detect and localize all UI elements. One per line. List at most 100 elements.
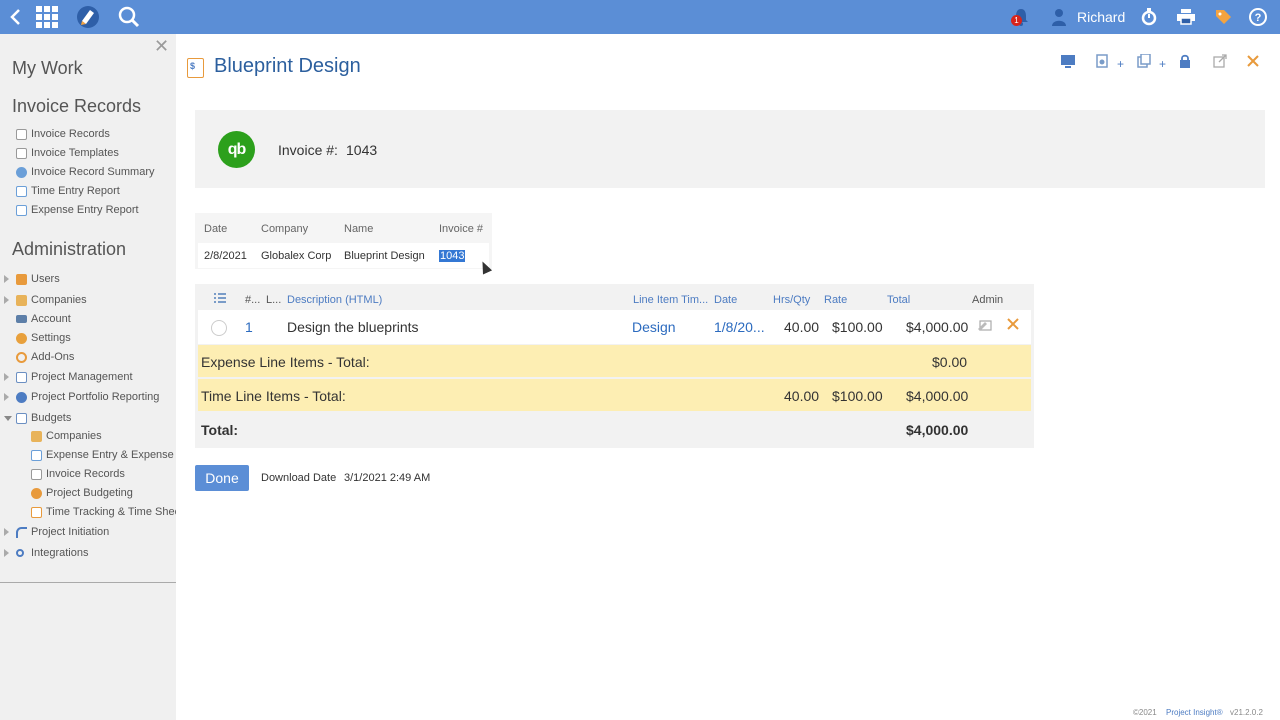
column-header-date[interactable]: Date: [714, 294, 737, 306]
row-date[interactable]: 1/8/20...: [714, 319, 765, 335]
lock-icon[interactable]: [1178, 54, 1192, 68]
monitor-icon[interactable]: [1061, 54, 1075, 68]
user-name[interactable]: Richard: [1077, 0, 1125, 34]
column-header-number[interactable]: #...: [245, 294, 260, 306]
budget-icon: [31, 487, 42, 499]
plus-icon[interactable]: +: [1159, 57, 1166, 71]
column-chooser-icon[interactable]: [214, 292, 226, 307]
sidebar-subitem-companies[interactable]: Companies: [0, 427, 176, 445]
summary-icon: [16, 166, 27, 178]
copyright-text: ©2021: [1133, 708, 1157, 717]
user-icon[interactable]: [1049, 0, 1069, 34]
time-total-label: Time Line Items - Total:: [201, 388, 346, 404]
close-sidebar-icon[interactable]: ✕: [154, 36, 169, 57]
column-header-rate[interactable]: Rate: [824, 294, 847, 306]
summary-invoice-number[interactable]: 1043: [439, 250, 466, 262]
svg-text:?: ?: [1255, 12, 1262, 24]
brand-link[interactable]: Project Insight®: [1166, 708, 1223, 717]
print-icon[interactable]: [1175, 0, 1197, 34]
column-header-invoice-number[interactable]: Invoice #: [439, 223, 483, 235]
search-icon[interactable]: [117, 0, 141, 34]
tag-icon[interactable]: [1212, 0, 1234, 34]
download-date-label: Download Date: [261, 472, 337, 484]
expand-arrow-icon[interactable]: [4, 549, 9, 557]
report-icon: [16, 204, 27, 216]
row-description: Design the blueprints: [287, 319, 419, 335]
invoice-icon: [31, 468, 42, 480]
sidebar-item-project-initiation[interactable]: Project Initiation: [0, 523, 176, 541]
sidebar-item-invoice-records[interactable]: Invoice Records: [0, 125, 176, 143]
column-header-description[interactable]: Description (HTML): [287, 294, 382, 306]
apps-grid-icon[interactable]: [34, 0, 60, 34]
done-button[interactable]: Done: [195, 465, 249, 491]
sidebar-item-budgets[interactable]: Budgets: [0, 409, 176, 427]
administration-heading[interactable]: Administration: [12, 239, 126, 260]
sidebar-item-companies[interactable]: Companies: [0, 291, 176, 309]
invoice-template-icon: [16, 147, 27, 159]
help-icon[interactable]: ?: [1248, 0, 1268, 34]
report-icon: [16, 185, 27, 197]
invoice-records-heading[interactable]: Invoice Records: [12, 96, 141, 117]
collapse-arrow-icon[interactable]: [4, 415, 12, 421]
column-header-line-item-time[interactable]: Line Item Tim...: [633, 294, 708, 306]
time-total-hrs: 40.00: [784, 388, 820, 404]
expense-total-value: $0.00: [932, 354, 968, 370]
timer-icon[interactable]: [1139, 0, 1159, 34]
sidebar-item-project-management[interactable]: Project Management: [0, 368, 176, 386]
top-navigation-bar: 1 Richard ?: [0, 0, 1280, 34]
sidebar-item-add-ons[interactable]: Add-Ons: [0, 348, 176, 366]
column-header-date[interactable]: Date: [204, 223, 227, 235]
expand-arrow-icon[interactable]: [4, 296, 9, 304]
column-header-line[interactable]: L...: [266, 294, 281, 306]
expand-arrow-icon[interactable]: [4, 528, 9, 536]
column-header-total[interactable]: Total: [887, 294, 910, 306]
add-record-icon[interactable]: [1095, 54, 1109, 68]
add-ons-icon: [16, 351, 27, 363]
sidebar-item-expense-entry-report[interactable]: Expense Entry Report: [0, 201, 176, 219]
export-icon[interactable]: [1213, 54, 1227, 68]
column-header-hrs-qty[interactable]: Hrs/Qty: [773, 294, 810, 306]
version-text: v21.2.0.2: [1230, 708, 1263, 717]
expand-arrow-icon[interactable]: [4, 275, 9, 283]
summary-date: 2/8/2021: [204, 250, 247, 262]
column-header-name[interactable]: Name: [344, 223, 373, 235]
summary-company: Globalex Corp: [261, 250, 332, 262]
back-icon[interactable]: [6, 0, 24, 34]
sidebar-divider: [0, 582, 176, 583]
sidebar-item-integrations[interactable]: Integrations: [0, 544, 176, 562]
plus-icon[interactable]: +: [1117, 57, 1124, 71]
expand-arrow-icon[interactable]: [4, 373, 9, 381]
edit-icon[interactable]: [977, 317, 995, 336]
add-copy-icon[interactable]: [1137, 53, 1151, 68]
sidebar-item-project-portfolio-reporting[interactable]: Project Portfolio Reporting: [0, 388, 176, 406]
project-logo-icon[interactable]: [75, 0, 101, 34]
sidebar-item-users[interactable]: Users: [0, 270, 176, 288]
delete-icon[interactable]: [1246, 54, 1260, 68]
grand-total-value: $4,000.00: [906, 422, 969, 438]
delete-row-icon[interactable]: [1006, 317, 1020, 334]
sidebar-subitem-time-tracking[interactable]: Time Tracking & Time Shee: [0, 503, 176, 521]
sidebar-item-invoice-templates[interactable]: Invoice Templates: [0, 144, 176, 162]
sidebar-item-time-entry-report[interactable]: Time Entry Report: [0, 182, 176, 200]
link-icon: [16, 549, 24, 557]
sidebar-item-settings[interactable]: Settings: [0, 329, 176, 347]
sidebar-subitem-expense-entry[interactable]: Expense Entry & Expense R: [0, 446, 176, 464]
selected-invoice-text[interactable]: 1043: [439, 250, 466, 262]
sidebar-item-account[interactable]: Account: [0, 310, 176, 328]
time-total-rate: $100.00: [832, 388, 883, 404]
row-number[interactable]: 1: [245, 319, 253, 335]
row-line-item-type[interactable]: Design: [632, 319, 676, 335]
timesheet-icon: [31, 506, 42, 518]
invoice-number-value: 1043: [346, 142, 378, 158]
my-work-heading[interactable]: My Work: [12, 58, 83, 79]
expand-arrow-icon[interactable]: [4, 393, 9, 401]
download-date-value: 3/1/2021 2:49 AM: [344, 472, 431, 484]
column-header-company[interactable]: Company: [261, 223, 308, 235]
sidebar-subitem-invoice-records[interactable]: Invoice Records: [0, 465, 176, 483]
sidebar-subitem-project-budgeting[interactable]: Project Budgeting: [0, 484, 176, 502]
budgets-icon: [16, 412, 27, 424]
row-select-radio[interactable]: [211, 320, 227, 336]
sidebar-item-invoice-record-summary[interactable]: Invoice Record Summary: [0, 163, 176, 181]
grand-total-label: Total:: [201, 422, 239, 438]
row-rate: $100.00: [832, 319, 883, 335]
